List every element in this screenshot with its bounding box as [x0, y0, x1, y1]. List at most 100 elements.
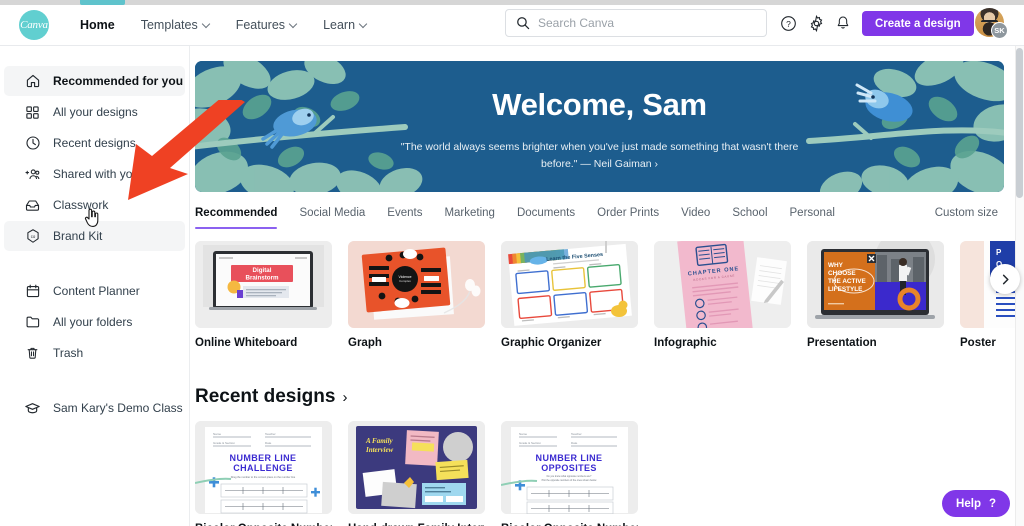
template-card-online-whiteboard[interactable]: Digital Brainstorm Online Whiteboard — [195, 241, 332, 349]
create-a-design-button[interactable]: Create a design — [862, 11, 974, 36]
main-content: Welcome, Sam "The world always seems bri… — [190, 46, 1024, 526]
search-icon — [517, 17, 530, 30]
recent-designs-row: Name Teacher Grade & Section Date NUMBER LI… — [195, 421, 1024, 526]
nav-links: Home Templates Features Learn — [67, 12, 380, 38]
sidebar-item-classwork[interactable]: Classwork — [4, 190, 185, 220]
recent-card-2[interactable]: Name Teacher Grade & Section Date NUMBER LI… — [501, 421, 638, 526]
tab-events[interactable]: Events — [387, 204, 422, 222]
sidebar-item-recommended-for-you[interactable]: Recommended for you — [4, 66, 185, 96]
tab-order-prints[interactable]: Order Prints — [597, 204, 659, 222]
svg-text:Digital: Digital — [253, 267, 272, 274]
tab-recommended[interactable]: Recommended — [195, 204, 278, 229]
sidebar-item-label: Sam Kary's Demo Class — [53, 401, 183, 415]
nav-item-features-label: Features — [235, 18, 286, 32]
shared-users-icon — [24, 166, 41, 183]
category-tabs: Recommended Social Media Events Marketin… — [195, 204, 1004, 236]
svg-text:OPPOSITES: OPPOSITES — [541, 463, 597, 473]
nav-item-learn-label: Learn — [323, 18, 356, 32]
clock-icon — [24, 135, 41, 152]
avatar[interactable]: SK — [975, 8, 1008, 39]
svg-text:Interview: Interview — [365, 446, 394, 454]
nav-item-features[interactable]: Features — [223, 12, 310, 38]
sidebar-item-trash[interactable]: Trash — [4, 338, 185, 368]
scrollbar-thumb[interactable] — [1016, 48, 1023, 198]
svg-text:P: P — [996, 248, 1002, 257]
template-card-label: Presentation — [807, 337, 877, 349]
sidebar: Recommended for you All your designs Rec… — [0, 46, 190, 526]
gear-icon[interactable] — [806, 13, 826, 33]
template-card-infographic[interactable]: CHAPTER ONE BOOKS FOR A CAUSE Infographi… — [654, 241, 791, 349]
welcome-banner: Welcome, Sam "The world always seems bri… — [195, 61, 1004, 192]
tab-label: Video — [681, 207, 711, 219]
canva-logo-text: Canva — [20, 19, 48, 31]
svg-text:Grade & Section: Grade & Section — [213, 441, 235, 445]
avatar-badge: SK — [991, 22, 1008, 39]
infographic-thumb: CHAPTER ONE BOOKS FOR A CAUSE — [654, 241, 791, 328]
svg-text:?: ? — [786, 18, 791, 28]
tab-documents[interactable]: Documents — [517, 204, 575, 222]
number-line-opposites-thumb: Name Teacher Grade & Section Date NUMBER LI… — [501, 421, 638, 514]
tab-label: Social Media — [299, 207, 366, 219]
help-circle-icon[interactable]: ? — [778, 13, 798, 33]
sidebar-item-brand-kit[interactable]: co Brand Kit — [4, 221, 185, 251]
svg-text:NUMBER LINE: NUMBER LINE — [230, 453, 297, 463]
bell-icon[interactable] — [833, 13, 853, 33]
tab-label: Personal — [789, 207, 835, 219]
svg-text:Date: Date — [571, 441, 578, 445]
nav-item-learn[interactable]: Learn — [310, 12, 380, 38]
sidebar-item-all-your-designs[interactable]: All your designs — [4, 97, 185, 127]
tab-social-media[interactable]: Social Media — [299, 204, 365, 222]
tab-label: Marketing — [444, 207, 495, 219]
svg-text:Teacher: Teacher — [571, 432, 582, 436]
sidebar-item-demo-class[interactable]: Sam Kary's Demo Class — [4, 393, 185, 423]
template-card-presentation[interactable]: WHY CHOOSE THE ACTIVE LIFESTYLE Presenta… — [807, 241, 944, 349]
search-input[interactable] — [538, 16, 756, 30]
sidebar-item-content-planner[interactable]: Content Planner — [4, 276, 185, 306]
chevron-down-icon — [203, 21, 210, 28]
custom-size-button[interactable]: Custom size — [935, 207, 998, 219]
grid-icon — [24, 104, 41, 121]
whiteboard-thumb: Digital Brainstorm — [195, 241, 332, 328]
recent-designs-heading[interactable]: Recent designs › — [195, 386, 347, 408]
recent-designs-title: Recent designs — [195, 386, 336, 407]
chevron-down-icon — [360, 21, 367, 28]
nav-item-home-label: Home — [80, 18, 115, 32]
tab-video[interactable]: Video — [681, 204, 710, 222]
sidebar-divider-gap-2 — [0, 369, 189, 393]
sidebar-item-all-your-folders[interactable]: All your folders — [4, 307, 185, 337]
banner-title: Welcome, Sam — [492, 87, 707, 122]
sidebar-item-label: Recommended for you — [53, 74, 184, 88]
tab-marketing[interactable]: Marketing — [444, 204, 495, 222]
brandkit-icon: co — [24, 228, 41, 245]
tab-label: Order Prints — [597, 207, 660, 219]
nav-item-home[interactable]: Home — [67, 12, 128, 38]
nav-item-templates[interactable]: Templates — [128, 12, 223, 38]
home-icon — [24, 73, 41, 90]
sidebar-item-label: All your designs — [53, 105, 138, 119]
folder-icon — [24, 314, 41, 331]
chevron-right-icon: › — [342, 388, 348, 406]
sidebar-item-shared-with-you[interactable]: Shared with you — [4, 159, 185, 189]
tab-label: Recommended — [195, 207, 278, 219]
recent-card-1[interactable]: A Family Interview — [348, 421, 485, 526]
template-card-label: Online Whiteboard — [195, 337, 298, 349]
carousel-next-button[interactable] — [990, 264, 1020, 294]
tab-label: Events — [387, 207, 423, 219]
banner-quote[interactable]: "The world always seems brighter when yo… — [400, 139, 800, 173]
recent-card-0[interactable]: Name Teacher Grade & Section Date NUMBER LI… — [195, 421, 332, 526]
template-card-graph[interactable]: Violence Complex Graph — [348, 241, 485, 349]
search-bar[interactable] — [505, 9, 767, 37]
graduation-cap-icon — [24, 400, 41, 417]
canva-logo[interactable]: Canva — [19, 10, 49, 40]
sidebar-item-label: Shared with you — [53, 167, 140, 181]
sidebar-item-recent-designs[interactable]: Recent designs — [4, 128, 185, 158]
tab-school[interactable]: School — [732, 204, 767, 222]
template-card-graphic-organizer[interactable]: Learn the Five Senses Graphic Organizer — [501, 241, 638, 349]
question-mark-icon: ? — [988, 497, 996, 510]
svg-text:Drag the number to the correct: Drag the number to the correct place on … — [231, 475, 296, 479]
sidebar-item-label: Brand Kit — [53, 229, 103, 243]
help-button[interactable]: Help ? — [942, 490, 1010, 517]
close-badge — [867, 254, 876, 263]
tab-personal[interactable]: Personal — [790, 204, 835, 222]
template-card-label: Graphic Organizer — [501, 337, 602, 349]
